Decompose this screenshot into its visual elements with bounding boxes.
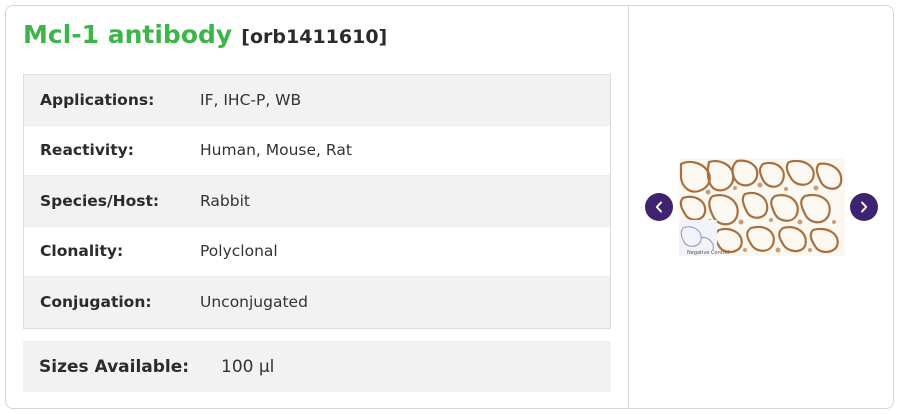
product-image[interactable]: Negative Control — [679, 158, 845, 256]
spec-label: Reactivity: — [40, 141, 134, 160]
product-info-panel: Mcl-1 antibody [orb1411610] Applications… — [6, 6, 628, 408]
carousel-prev-button[interactable] — [645, 193, 673, 221]
product-code: [orb1411610] — [241, 26, 388, 48]
spec-value: IF, IHC-P, WB — [200, 90, 302, 109]
spec-row-species-host: Species/Host: Rabbit — [24, 176, 610, 227]
spec-value: Rabbit — [200, 191, 250, 210]
spec-label: Clonality: — [40, 242, 124, 261]
spec-row-reactivity: Reactivity: Human, Mouse, Rat — [24, 125, 610, 176]
size-option[interactable]: 100 µl — [221, 357, 274, 377]
image-carousel: Negative Control — [629, 6, 893, 408]
spec-label: Species/Host: — [40, 191, 160, 210]
carousel-next-button[interactable] — [850, 193, 878, 221]
chevron-right-icon — [861, 201, 868, 213]
product-card: Mcl-1 antibody [orb1411610] Applications… — [5, 5, 894, 409]
ihc-tissue-image: Negative Control — [679, 158, 845, 256]
spec-row-conjugation: Conjugation: Unconjugated — [24, 277, 610, 328]
chevron-left-icon — [655, 201, 662, 213]
image-caption: Negative Control — [687, 250, 729, 256]
specs-table: Applications: IF, IHC-P, WB Reactivity: … — [23, 74, 611, 329]
spec-value: Polyclonal — [200, 242, 278, 261]
product-name[interactable]: Mcl-1 antibody — [23, 20, 232, 49]
spec-value: Unconjugated — [200, 293, 308, 312]
spec-label: Conjugation: — [40, 293, 152, 312]
product-title: Mcl-1 antibody [orb1411610] — [23, 20, 387, 49]
sizes-available-row: Sizes Available: 100 µl — [23, 341, 611, 392]
spec-label: Applications: — [40, 90, 155, 109]
spec-row-applications: Applications: IF, IHC-P, WB — [24, 75, 610, 126]
sizes-label: Sizes Available: — [39, 356, 190, 377]
spec-row-clonality: Clonality: Polyclonal — [24, 226, 610, 277]
spec-value: Human, Mouse, Rat — [200, 141, 352, 160]
